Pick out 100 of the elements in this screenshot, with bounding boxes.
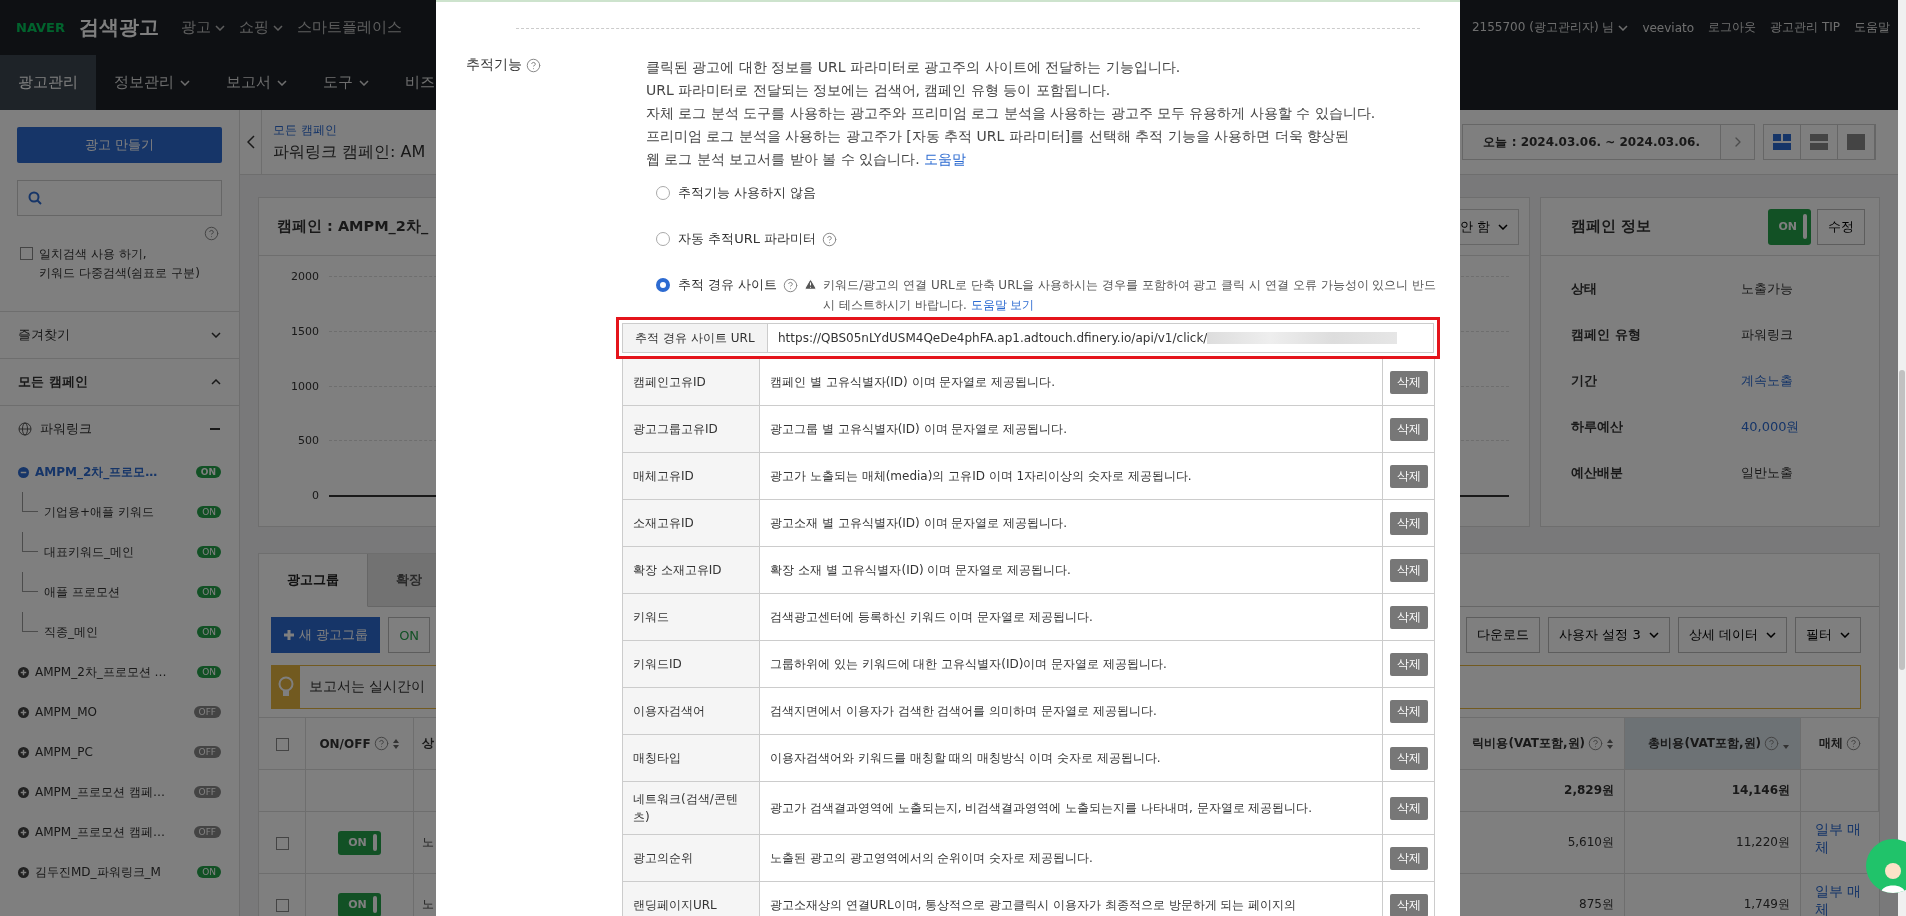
delete-button[interactable]: 삭제	[1389, 370, 1428, 394]
toolbar-button[interactable]: 다운로드	[1466, 617, 1541, 653]
info-link[interactable]: 계속노출	[1741, 372, 1849, 390]
radio-label: 추적 경유 사이트	[678, 276, 778, 294]
checkbox[interactable]	[275, 899, 289, 912]
checkbox[interactable]	[20, 247, 33, 260]
checkbox[interactable]	[275, 738, 289, 751]
help-icon[interactable]	[373, 736, 389, 751]
toolbar-button[interactable]: 사용자 설정 3	[1548, 617, 1670, 653]
scrollbar-thumb[interactable]	[1899, 370, 1905, 670]
status-badge[interactable]: ON	[195, 466, 221, 478]
help-icon[interactable]	[1588, 736, 1603, 751]
delete-button[interactable]: 삭제	[1389, 558, 1428, 582]
delete-button[interactable]: 삭제	[1389, 511, 1428, 535]
delete-button[interactable]: 삭제	[1389, 605, 1428, 629]
search-field[interactable]	[17, 180, 222, 216]
top-nav-link[interactable]: 스마트플레이스	[297, 18, 402, 37]
top-nav-link[interactable]: 광고	[181, 18, 225, 37]
parameter-description: 캠페인 별 고유식별자(ID) 이며 문자열로 제공됩니다.	[760, 359, 1383, 405]
sort-icon[interactable]	[391, 737, 400, 750]
info-link[interactable]: 40,000원	[1741, 418, 1849, 436]
product-title[interactable]: 검색광고	[79, 14, 159, 41]
delete-button[interactable]: 삭제	[1389, 417, 1428, 441]
ad-group-item[interactable]: 직종_메인 ON	[0, 612, 239, 652]
radio-button[interactable]	[656, 278, 670, 292]
parameter-description: 광고소재상의 연결URL이며, 통상적으로 광고클릭시 이용자가 최종적으로 방문하게 되는 페이지의	[760, 882, 1383, 916]
column-header[interactable]: 총비용(VAT포함,원)	[1625, 718, 1801, 769]
url-field[interactable]: 추적 경유 사이트 URL https://QBS05nLYdUSM4QeDe4phFA.ap1.adtouch.dfinery.io/api/v1/click/	[622, 323, 1434, 353]
help-icon[interactable]	[1764, 736, 1779, 751]
favorites-header[interactable]: 즐겨찾기	[0, 311, 239, 358]
ad-group-item[interactable]: 대표키워드_메인 ON	[0, 532, 239, 572]
status-badge[interactable]: ON	[197, 626, 221, 638]
plus-circle-icon[interactable]	[18, 826, 29, 838]
account-menu[interactable]: 2155700 (광고관리자) 님	[1471, 19, 1629, 36]
layout-icon	[1847, 134, 1865, 150]
main-nav-item[interactable]: 광고관리	[0, 55, 96, 110]
status-badge[interactable]: ON	[197, 546, 221, 558]
plus-circle-icon[interactable]	[18, 746, 29, 758]
campaign-item[interactable]: AMPM_2차_프로모… ON	[0, 452, 239, 492]
user-name[interactable]: veeviato	[1642, 20, 1695, 35]
main-nav-item[interactable]: 정보관리	[96, 55, 208, 110]
media-link[interactable]: 일부 매체	[1815, 820, 1865, 856]
help-link[interactable]: 도움말	[924, 151, 967, 167]
delete-button[interactable]: 삭제	[1389, 652, 1428, 676]
sort-icon[interactable]	[1606, 737, 1614, 750]
all-campaigns-header[interactable]: 모든 캠페인	[0, 358, 239, 405]
on-off-toggle[interactable]: ON	[1768, 208, 1811, 245]
logout-link[interactable]: 로그아웃	[1708, 19, 1757, 36]
delete-button[interactable]: 삭제	[1389, 846, 1428, 870]
status-badge[interactable]: ON	[197, 506, 221, 518]
delete-button[interactable]: 삭제	[1389, 746, 1428, 770]
ad-group-item[interactable]: 기업용+애플 키워드 ON	[0, 492, 239, 532]
new-ad-group-button[interactable]: 새 광고그룹	[271, 617, 381, 653]
axis-tick-label: 1000	[290, 379, 319, 393]
minus-circle-icon[interactable]	[18, 466, 29, 478]
campaign-item[interactable]: AMPM_2차_프로모션 … ON	[0, 652, 239, 692]
parameter-name: 키워드	[623, 594, 760, 640]
status-badge[interactable]: ON	[197, 866, 221, 878]
chevron-icon	[359, 79, 369, 86]
edit-button[interactable]: 수정	[1817, 208, 1865, 245]
delete-button[interactable]: 삭제	[1389, 464, 1428, 488]
help-link[interactable]: 도움말 보기	[970, 298, 1035, 312]
main-nav-item[interactable]: 보고서	[208, 55, 305, 110]
ad-group-item[interactable]: 애플 프로모션 ON	[0, 572, 239, 612]
header-link[interactable]: 광고관리 TIP	[1770, 19, 1840, 36]
delete-button[interactable]: 삭제	[1389, 796, 1428, 820]
checkbox[interactable]	[275, 837, 289, 850]
create-ad-button[interactable]: 광고 만들기	[17, 127, 222, 163]
plus-circle-icon[interactable]	[18, 866, 29, 878]
campaign-item[interactable]: 김두진MD_파워링크_M ON	[0, 852, 239, 892]
logo[interactable]: NAVER	[16, 20, 65, 35]
status-badge[interactable]: ON	[197, 666, 221, 678]
help-icon[interactable]	[822, 232, 838, 247]
main-nav-item[interactable]: 도구	[305, 55, 387, 110]
top-nav-link[interactable]: 쇼핑	[239, 18, 283, 37]
chevron-left-icon[interactable]	[246, 135, 255, 149]
status-badge[interactable]: ON	[197, 586, 221, 598]
parameter-name: 광고그룹고유ID	[623, 406, 760, 452]
breadcrumb-link[interactable]: 모든 캠페인	[273, 121, 337, 139]
tab[interactable]: 광고그룹	[259, 554, 368, 607]
on-button[interactable]: ON	[388, 617, 431, 653]
help-icon[interactable]	[526, 57, 541, 73]
on-off-toggle[interactable]: ON	[338, 830, 381, 855]
plus-circle-icon[interactable]	[18, 706, 29, 718]
info-label: 예산배분	[1571, 464, 1624, 482]
plus-circle-icon[interactable]	[18, 786, 29, 798]
toolbar-button[interactable]: 상세 데이터	[1677, 617, 1787, 653]
chevron-icon	[215, 24, 225, 31]
delete-button[interactable]: 삭제	[1389, 893, 1428, 916]
delete-button[interactable]: 삭제	[1389, 699, 1428, 723]
media-link[interactable]: 일부 매체	[1815, 882, 1865, 916]
help-icon[interactable]	[204, 226, 219, 241]
date-range-picker[interactable]: 오늘 : 2024.03.06. ~ 2024.03.06.	[1462, 124, 1755, 160]
plus-circle-icon[interactable]	[18, 666, 29, 678]
help-icon[interactable]	[1845, 736, 1861, 751]
header-link[interactable]: 도움말	[1854, 19, 1890, 36]
help-icon[interactable]	[783, 278, 799, 293]
on-off-toggle[interactable]: ON	[338, 892, 381, 916]
powerlink-group[interactable]: 파워링크	[0, 405, 239, 452]
toolbar-button[interactable]: 필터	[1795, 617, 1861, 653]
